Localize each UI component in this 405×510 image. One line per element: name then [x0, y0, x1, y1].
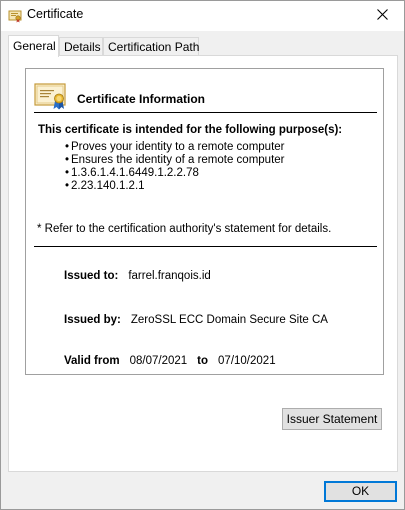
tab-details[interactable]: Details: [59, 37, 103, 56]
valid-to-value: 07/10/2021: [218, 355, 276, 367]
list-item: • 2.23.140.1.2.1: [65, 180, 145, 192]
tab-label: General: [13, 39, 56, 53]
tab-general[interactable]: General: [8, 35, 59, 57]
issued-to-value: farrel.franqois.id: [128, 270, 211, 282]
close-button[interactable]: [360, 1, 404, 31]
list-item: • 1.3.6.1.4.1.6449.1.2.2.78: [65, 167, 199, 179]
window-title: Certificate: [27, 7, 84, 21]
tab-certification-path[interactable]: Certification Path: [103, 37, 199, 56]
general-tab-panel: Certificate Information This certificate…: [8, 55, 398, 472]
valid-to-label: to: [197, 355, 209, 367]
validity-row: Valid from 08/07/2021 to 07/10/2021: [64, 355, 276, 367]
divider: [34, 112, 377, 113]
issued-by-value: ZeroSSL ECC Domain Secure Site CA: [130, 314, 328, 326]
issuer-statement-button[interactable]: Issuer Statement: [282, 408, 382, 430]
certificate-icon: [8, 9, 22, 23]
valid-from-label: Valid from: [64, 355, 120, 367]
issued-to-label: Issued to:: [64, 270, 119, 282]
info-title: Certificate Information: [77, 92, 206, 106]
divider: [34, 246, 377, 247]
tab-label: Certification Path: [108, 40, 200, 54]
valid-from-value: 08/07/2021: [129, 355, 188, 367]
purpose-list: • Proves your identity to a remote comput…: [65, 141, 285, 193]
certificate-info-box: Certificate Information This certificate…: [25, 68, 384, 375]
purpose-heading: This certificate is intended for the fol…: [38, 124, 343, 136]
ok-button[interactable]: OK: [324, 481, 397, 502]
issued-by-row: Issued by: ZeroSSL ECC Domain Secure Site…: [64, 314, 328, 326]
certificate-dialog: Certificate General Details Certificatio…: [0, 0, 405, 510]
list-item: • Proves your identity to a remote comput…: [65, 141, 285, 153]
close-icon: [376, 9, 388, 23]
issued-to-row: Issued to: farrel.franqois.id: [64, 270, 211, 282]
list-item: • Ensures the identity of a remote comput…: [65, 154, 285, 166]
certificate-ribbon-icon: [34, 81, 67, 111]
tab-label: Details: [64, 40, 101, 54]
issued-by-label: Issued by:: [64, 314, 121, 326]
title-bar[interactable]: Certificate: [1, 1, 404, 31]
authority-note: * Refer to the certification authority's…: [37, 223, 332, 235]
